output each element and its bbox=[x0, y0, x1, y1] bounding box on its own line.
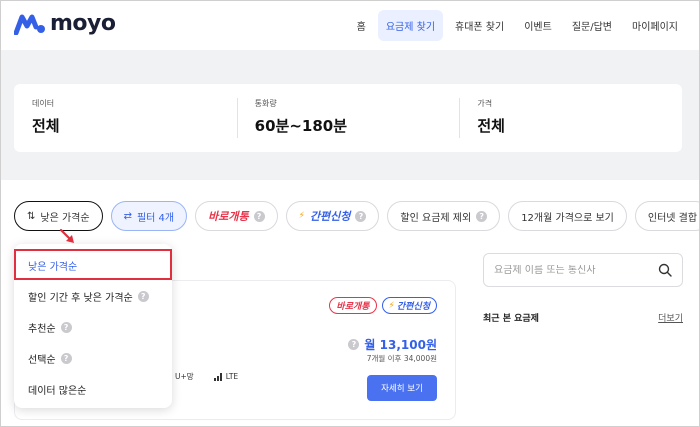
sort-icon: ⇅ bbox=[27, 210, 36, 222]
data-value: 전체 bbox=[32, 117, 60, 135]
simple-label: 간편신청 bbox=[309, 210, 351, 223]
twelve-month-label: 12개월 가격으로 보기 bbox=[521, 212, 614, 224]
data-condition[interactable]: 데이터 전체 bbox=[14, 84, 237, 152]
exclude-discount-label: 할인 요금제 제외 bbox=[400, 212, 472, 224]
plan-badges: 바로개통 ⚡ 간편신청 bbox=[329, 297, 437, 314]
nav-mypage[interactable]: 마이페이지 bbox=[624, 10, 686, 41]
exclude-discount-chip[interactable]: 할인 요금제 제외 ? bbox=[387, 201, 501, 231]
signal-icon bbox=[213, 372, 222, 381]
twelve-month-chip[interactable]: 12개월 가격으로 보기 bbox=[508, 201, 627, 231]
network-label: LTE bbox=[225, 372, 239, 381]
help-icon: ? bbox=[137, 291, 149, 302]
help-icon: ? bbox=[476, 210, 488, 222]
nav-find-plan[interactable]: 요금제 찾기 bbox=[377, 10, 444, 41]
bolt-icon: ⚡ bbox=[298, 211, 305, 221]
help-icon: ? bbox=[60, 322, 72, 333]
plan-price: 월 13,100원 bbox=[364, 338, 437, 352]
calls-value: 60분~180분 bbox=[254, 117, 348, 135]
sort-label: 낮은 가격순 bbox=[40, 212, 90, 224]
instant-badge: 바로개통 bbox=[329, 297, 377, 314]
moyo-logo[interactable]: moyo bbox=[14, 11, 116, 36]
calls-condition[interactable]: 통화량 60분~180분 bbox=[236, 84, 460, 152]
calls-label: 통화량 bbox=[254, 99, 277, 108]
sort-option-recommended[interactable]: 추천순 ? bbox=[14, 312, 172, 343]
filter-bar: ⇅ 낮은 가격순 ⇄ 필터 4개 바로개통 ? ⚡ 간편신청 ? 할인 요금제 … bbox=[14, 201, 700, 231]
data-label: 데이터 bbox=[32, 99, 55, 108]
nav-find-phone[interactable]: 휴대폰 찾기 bbox=[447, 10, 512, 41]
price-value: 전체 bbox=[477, 117, 505, 135]
nav-home[interactable]: 홈 bbox=[349, 10, 374, 41]
moyo-logo-icon bbox=[14, 14, 45, 35]
search-input[interactable] bbox=[494, 264, 658, 276]
sort-option-most-data[interactable]: 데이터 많은순 bbox=[14, 374, 172, 405]
condition-band: 데이터 전체 통화량 60분~180분 가격 전체 bbox=[0, 50, 700, 180]
help-icon: ? bbox=[60, 353, 72, 364]
plan-specs: U+망 LTE bbox=[175, 371, 238, 382]
instant-activation-chip[interactable]: 바로개통 ? bbox=[195, 201, 278, 231]
filter-label: 필터 4개 bbox=[136, 212, 175, 224]
sort-option-popular[interactable]: 선택순 ? bbox=[14, 343, 172, 374]
internet-bundle-chip[interactable]: 인터넷 결합 bbox=[634, 201, 700, 231]
bolt-icon: ⚡ bbox=[388, 300, 395, 311]
filter-button[interactable]: ⇄ 필터 4개 bbox=[110, 201, 188, 231]
search-icon[interactable] bbox=[658, 263, 672, 277]
price-label: 가격 bbox=[477, 99, 493, 108]
help-icon: ? bbox=[355, 210, 367, 222]
selection-highlight-box bbox=[14, 249, 172, 280]
more-link[interactable]: 더보기 bbox=[658, 311, 683, 324]
nav-qna[interactable]: 질문/답변 bbox=[564, 10, 620, 41]
network-spec: LTE bbox=[213, 372, 239, 381]
nav-events[interactable]: 이벤트 bbox=[516, 10, 560, 41]
help-icon: ? bbox=[253, 210, 265, 222]
plan-search[interactable] bbox=[483, 253, 683, 287]
condition-summary[interactable]: 데이터 전체 통화량 60분~180분 가격 전체 bbox=[14, 84, 682, 152]
filter-icon: ⇄ bbox=[123, 210, 132, 222]
help-icon: ? bbox=[348, 339, 360, 350]
pointer-arrow-icon bbox=[59, 228, 74, 243]
recent-plans-title: 최근 본 요금제 bbox=[483, 314, 539, 324]
sort-button[interactable]: ⇅ 낮은 가격순 bbox=[14, 201, 103, 231]
simple-apply-chip[interactable]: ⚡ 간편신청 ? bbox=[285, 201, 380, 231]
price-after-promo: 7개월 이후 34,000원 bbox=[366, 354, 437, 363]
top-header: moyo 홈 요금제 찾기 휴대폰 찾기 이벤트 질문/답변 마이페이지 bbox=[0, 0, 700, 50]
simple-badge: ⚡ 간편신청 bbox=[381, 297, 437, 314]
detail-button[interactable]: 자세히 보기 bbox=[367, 375, 437, 401]
main-nav: 홈 요금제 찾기 휴대폰 찾기 이벤트 질문/답변 마이페이지 bbox=[349, 10, 686, 41]
sort-option-label: 선택순 bbox=[28, 355, 56, 366]
sort-option-label: 데이터 많은순 bbox=[28, 386, 87, 397]
price-line: ? 월 13,100원 bbox=[348, 336, 437, 353]
instant-label: 바로개통 bbox=[208, 210, 249, 223]
sort-option-after-discount[interactable]: 할인 기간 후 낮은 가격순 ? bbox=[14, 281, 172, 312]
sort-option-label: 할인 기간 후 낮은 가격순 bbox=[28, 293, 133, 304]
internet-label: 인터넷 결합 bbox=[647, 212, 698, 224]
price-condition[interactable]: 가격 전체 bbox=[459, 84, 682, 152]
sort-option-label: 추천순 bbox=[28, 324, 56, 335]
carrier-label: U+망 bbox=[175, 372, 194, 381]
brand-name: moyo bbox=[50, 11, 116, 36]
simple-badge-label: 간편신청 bbox=[396, 302, 430, 312]
